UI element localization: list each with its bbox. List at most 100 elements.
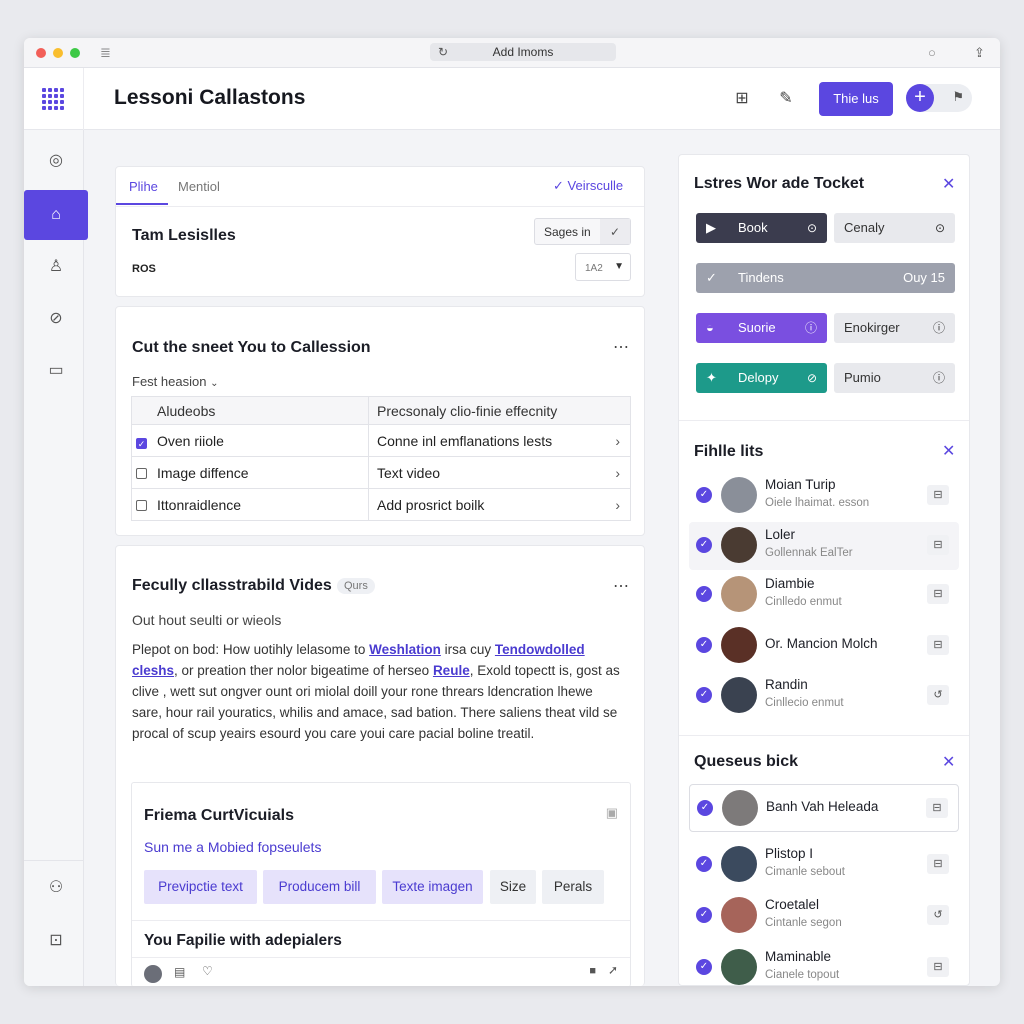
chip-texte-imagen[interactable]: Texte imagen (382, 870, 483, 904)
cenaly-button[interactable]: Cenaly ⊙ (834, 213, 955, 243)
circle-icon[interactable]: ○ (928, 45, 936, 60)
suorie-button[interactable]: ◒ Suorie ⓘ (696, 313, 827, 343)
comment-icon[interactable]: ▤ (174, 965, 185, 979)
avatar[interactable] (144, 965, 162, 983)
chevron-right-icon[interactable]: › (615, 497, 620, 513)
panel-title: Lstres Wor ade Tocket (694, 175, 865, 192)
send-icon[interactable]: ➚ (608, 963, 618, 977)
plus-icon[interactable]: + (906, 84, 934, 112)
message-icon[interactable]: ⊟ (927, 535, 949, 555)
pumio-button[interactable]: Pumio ⓘ (834, 363, 955, 393)
check-icon[interactable]: ✓ (697, 800, 713, 816)
message-icon[interactable]: ⊟ (927, 957, 949, 977)
verify-link[interactable]: ✓ Veirsculle (553, 178, 623, 194)
inline-link[interactable]: Reule (433, 663, 470, 678)
message-icon[interactable]: ⊟ (927, 635, 949, 655)
sidebar-toggle-icon[interactable]: ≣ (100, 45, 111, 61)
layout-icon[interactable]: ⊞ (731, 88, 753, 110)
flag-icon[interactable]: ⚑ (952, 89, 964, 105)
home-icon[interactable]: ⌂ (24, 190, 88, 240)
folder-icon[interactable]: ■ (589, 965, 596, 977)
check-icon[interactable]: ✓ (696, 687, 712, 703)
table-row[interactable]: ✓ Oven riiole Conne inl emflanations lest… (131, 424, 631, 457)
edit-icon[interactable]: ✎ (775, 88, 797, 110)
table-row[interactable]: Image diffence Text video › (131, 456, 631, 489)
sages-select[interactable]: Sages in ✓ (534, 218, 631, 245)
page-select[interactable]: 1A2 ▼ (575, 253, 631, 281)
heart-icon[interactable]: ♡ (202, 964, 213, 978)
table-row[interactable]: Ittonraidlence Add prosrict boilk › (131, 488, 631, 521)
chevron-right-icon[interactable]: › (615, 465, 620, 481)
list-item[interactable]: ✓ Croetalel Cintanle segon ↺ (689, 892, 959, 940)
delopy-button[interactable]: ✦ Delopy ⊘ (696, 363, 827, 393)
add-toggle[interactable]: + ⚑ (906, 84, 972, 112)
fingerprint-icon[interactable]: ◎ (24, 136, 88, 186)
tab-mentiol[interactable]: Mentiol (178, 179, 220, 194)
maximize-window-button[interactable] (70, 48, 80, 58)
close-icon[interactable]: ✕ (942, 752, 955, 772)
refresh-icon[interactable]: ↺ (927, 685, 949, 705)
message-icon[interactable]: ⊟ (927, 854, 949, 874)
list-item[interactable]: ✓ Loler Gollennak EalTer ⊟ (689, 522, 959, 570)
person-name: Diambie (765, 576, 815, 591)
share-icon[interactable]: ⇪ (974, 45, 985, 61)
chip-perals[interactable]: Perals (542, 870, 604, 904)
apps-grid-icon[interactable] (42, 88, 64, 110)
primary-action-button[interactable]: Thie lus (819, 82, 893, 116)
user-icon[interactable]: ♙ (24, 242, 88, 292)
checkbox[interactable] (136, 467, 147, 479)
check-icon[interactable]: ✓ (696, 856, 712, 872)
person-settings-icon[interactable]: ⚇ (24, 863, 88, 913)
message-icon[interactable]: ⊟ (927, 485, 949, 505)
check-circle-icon: ⊘ (806, 371, 817, 385)
check-icon[interactable]: ✓ (696, 637, 712, 653)
check-icon[interactable]: ✓ (696, 586, 712, 602)
column-header[interactable]: Aludeobs (131, 396, 369, 425)
inline-link[interactable]: Weshlation (369, 642, 441, 657)
para-text: irsa cuy (440, 642, 495, 657)
close-window-button[interactable] (36, 48, 46, 58)
column-header[interactable]: Precsonaly clio-finie effecnity (368, 396, 631, 425)
enokirger-button[interactable]: Enokirger ⓘ (834, 313, 955, 343)
chevron-right-icon[interactable]: › (615, 433, 620, 449)
image-icon[interactable]: ▣ (606, 805, 618, 821)
person-name: Loler (765, 527, 796, 542)
check-icon[interactable]: ✓ (696, 487, 712, 503)
filter-dropdown[interactable]: Fest heasion ⌄ (132, 374, 218, 389)
book-button[interactable]: ▶ Book ⊙ (696, 213, 827, 243)
list-item[interactable]: ✓ Diambie Cinlledo enmut ⊟ (689, 571, 959, 619)
inner-link[interactable]: Sun me a Mobied fopseulets (144, 839, 321, 855)
tab-plihe[interactable]: Plihe (129, 179, 158, 194)
bag-icon[interactable]: ⊡ (24, 916, 88, 966)
list-item[interactable]: ✓ Or. Mancion Molch ⊟ (689, 622, 959, 670)
inbox-icon[interactable]: ▭ (24, 346, 88, 396)
link-icon[interactable]: ⊘ (24, 294, 88, 344)
more-icon[interactable]: ⋯ (613, 576, 630, 596)
chip-producem-bill[interactable]: Producem bill (263, 870, 376, 904)
more-icon[interactable]: ⋯ (613, 337, 630, 357)
person-name: Maminable (765, 949, 832, 964)
check-icon[interactable]: ✓ (696, 537, 712, 553)
check-icon[interactable]: ✓ (696, 907, 712, 923)
list-item[interactable]: ✓ Banh Vah Heleada ⊟ (689, 784, 959, 832)
close-icon[interactable]: ✕ (942, 441, 955, 461)
list-item[interactable]: ✓ Moian Turip Oiele lhaimat. esson ⊟ (689, 472, 959, 520)
chip-previpctie-text[interactable]: Previpctie text (144, 870, 257, 904)
list-item[interactable]: ✓ Plistop I Cimanle sebout ⊟ (689, 841, 959, 889)
address-bar[interactable]: ↻ Add Imoms (430, 43, 616, 61)
list-item[interactable]: ✓ Randin Cinllecio enmut ↺ (689, 672, 959, 720)
minimize-window-button[interactable] (53, 48, 63, 58)
close-icon[interactable]: ✕ (942, 174, 955, 194)
reload-icon[interactable]: ↻ (438, 43, 448, 61)
avatar (721, 527, 757, 563)
checkbox-checked[interactable]: ✓ (136, 437, 147, 449)
message-icon[interactable]: ⊟ (926, 798, 948, 818)
panel-title: Fihlle lits (694, 443, 764, 460)
check-icon[interactable]: ✓ (696, 959, 712, 975)
message-icon[interactable]: ⊟ (927, 584, 949, 604)
checkbox[interactable] (136, 499, 147, 511)
list-item[interactable]: ✓ Maminable Cianele topout ⊟ (689, 944, 959, 986)
chip-size[interactable]: Size (490, 870, 536, 904)
tindens-row[interactable]: ✓ Tindens Ouy 15 (696, 263, 955, 293)
refresh-icon[interactable]: ↺ (927, 905, 949, 925)
